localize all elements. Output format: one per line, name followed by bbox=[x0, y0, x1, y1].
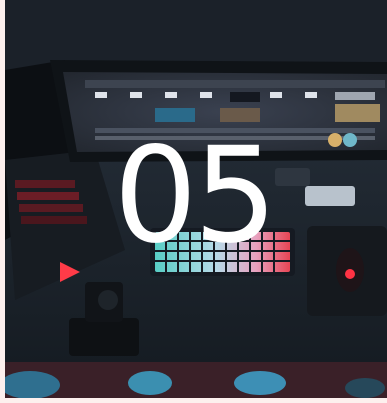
episode-number: 05 bbox=[113, 119, 278, 273]
desk-top-wall bbox=[5, 0, 387, 70]
thumbnail-frame: 05 bbox=[0, 0, 387, 403]
desk-edge bbox=[5, 362, 387, 398]
mouse-logo-glow bbox=[345, 269, 355, 279]
bottom-edge bbox=[0, 398, 387, 403]
